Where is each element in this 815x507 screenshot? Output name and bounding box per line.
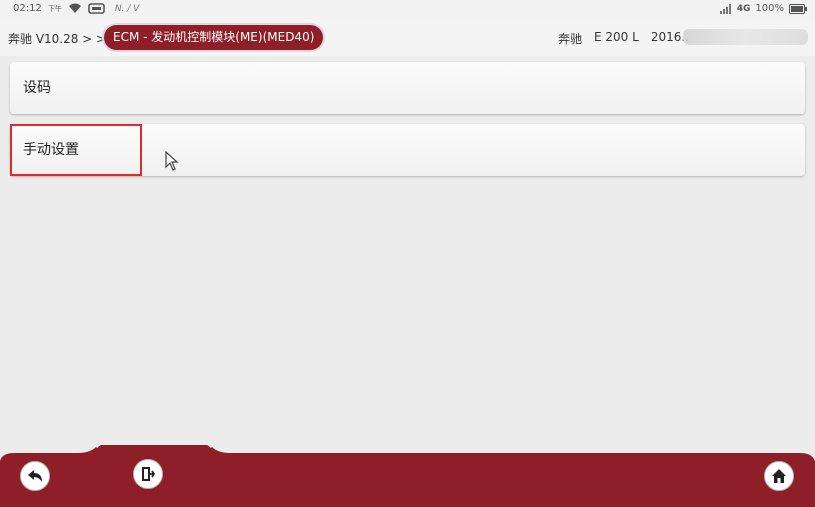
status-time: 02:12 — [13, 3, 42, 14]
bottom-toolbar — [0, 445, 815, 507]
menu-item-label: 手动设置 — [23, 142, 79, 158]
status-bar-right: 4G 100% — [719, 3, 807, 14]
battery-icon — [789, 3, 807, 14]
status-battery-text: 100% — [755, 3, 784, 14]
home-button[interactable] — [764, 461, 794, 491]
status-nv: N. / V — [114, 3, 140, 14]
back-button[interactable] — [20, 461, 50, 491]
breadcrumb-current[interactable]: ECM - 发动机控制模块(ME)(MED40) — [104, 25, 324, 50]
menu-item-manual-setting[interactable]: 手动设置 — [10, 124, 805, 176]
vehicle-make: 奔驰 — [558, 32, 583, 46]
redacted-vin — [683, 29, 808, 45]
vehicle-info: 奔驰 E 200 L 2016.. — [558, 30, 689, 47]
menu-item-label: 设码 — [23, 80, 51, 96]
status-network: 4G — [736, 3, 751, 14]
home-icon — [772, 469, 786, 483]
exit-door-icon — [142, 467, 155, 481]
vci-connector-icon — [88, 3, 105, 14]
wifi-icon — [68, 3, 81, 13]
status-ampm: 下午 — [47, 4, 62, 13]
vehicle-model: E 200 L — [594, 30, 639, 44]
menu-item-coding[interactable]: 设码 — [10, 62, 805, 114]
nav-header: 奔驰 V10.28 > > ECM - 发动机控制模块(ME)(MED40) 奔… — [0, 20, 815, 56]
exit-button[interactable] — [133, 459, 163, 489]
breadcrumb-root[interactable]: 奔驰 V10.28 > > — [8, 30, 106, 47]
back-arrow-icon — [28, 470, 42, 482]
signal-icon — [719, 3, 731, 14]
status-bar-left: 02:12 下午 N. / V — [13, 3, 139, 14]
toolbar-background — [0, 445, 815, 507]
mouse-cursor-icon — [165, 151, 179, 171]
status-bar: 02:12 下午 N. / V 4G 100% — [0, 0, 815, 20]
